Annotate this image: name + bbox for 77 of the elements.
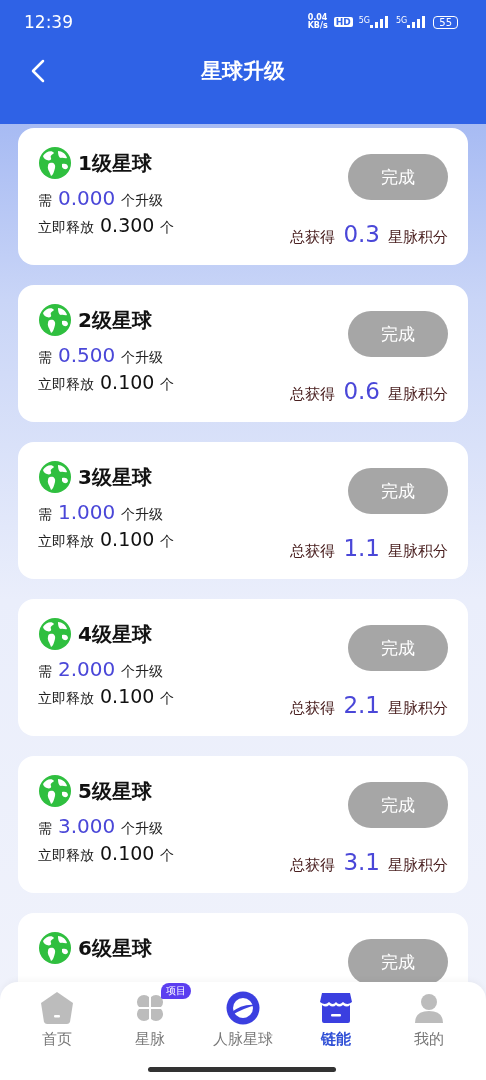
release-label: 立即释放 [38, 219, 94, 237]
level-title: 5级星球 [78, 777, 152, 805]
network-type: 5G [395, 16, 408, 25]
need-amount: 3.000 [58, 814, 116, 838]
release-unit: 个 [160, 847, 175, 865]
release-amount: 0.300 [100, 214, 155, 236]
points-unit: 星脉积分 [388, 699, 448, 718]
need-label: 需 [38, 506, 52, 524]
release-label: 立即释放 [38, 376, 94, 394]
need-unit: 个升级 [121, 349, 164, 367]
points-unit: 星脉积分 [388, 385, 448, 404]
back-icon[interactable] [31, 59, 45, 83]
globe-icon [38, 617, 72, 651]
need-amount: 0.500 [58, 343, 116, 367]
level-title: 4级星球 [78, 620, 152, 648]
home-icon [39, 991, 74, 1025]
battery-level: 55 [433, 15, 458, 29]
tag-badge: 项目 [160, 983, 191, 999]
level-title: 3级星球 [78, 463, 152, 491]
total-label: 总获得 [290, 228, 336, 247]
nav-tab[interactable]: 人脉星球 [197, 982, 288, 1054]
need-unit: 个升级 [121, 506, 164, 524]
release-unit: 个 [160, 376, 175, 394]
globe-icon [38, 460, 72, 494]
release-amount: 0.100 [100, 528, 155, 550]
release-unit: 个 [160, 533, 175, 551]
need-label: 需 [38, 349, 52, 367]
nav-tab[interactable]: 项目 星脉 [104, 982, 195, 1054]
planet-icon [225, 991, 260, 1025]
network-speed: 0.04 [307, 14, 328, 22]
total-label: 总获得 [290, 856, 336, 875]
points-unit: 星脉积分 [388, 856, 448, 875]
release-unit: 个 [160, 690, 175, 708]
total-amount: 3.1 [343, 849, 380, 875]
globe-icon [38, 146, 72, 180]
total-amount: 0.6 [343, 378, 380, 404]
points-unit: 星脉积分 [388, 542, 448, 561]
level-title: 1级星球 [78, 149, 152, 177]
release-label: 立即释放 [38, 533, 94, 551]
need-amount: 2.000 [58, 657, 116, 681]
need-amount: 0.000 [58, 186, 116, 210]
points-unit: 星脉积分 [388, 228, 448, 247]
need-amount: 1.000 [58, 500, 116, 524]
network-type: 5G [358, 16, 370, 25]
release-amount: 0.100 [100, 685, 155, 707]
total-amount: 0.3 [343, 221, 380, 247]
total-label: 总获得 [290, 699, 336, 718]
need-label: 需 [38, 663, 52, 681]
signal-icon [369, 16, 390, 28]
release-label: 立即释放 [38, 690, 94, 708]
total-amount: 1.1 [343, 535, 380, 561]
page-title: 星球升级 [201, 58, 285, 85]
need-unit: 个升级 [121, 663, 164, 681]
total-label: 总获得 [290, 385, 336, 404]
globe-icon [38, 303, 72, 337]
release-unit: 个 [160, 219, 175, 237]
nav-tab[interactable]: 首页 [11, 982, 102, 1054]
globe-icon [38, 931, 72, 965]
level-title: 6级星球 [78, 934, 152, 962]
nav-tab[interactable]: 链能 [291, 982, 382, 1054]
shop-icon [319, 991, 354, 1025]
need-label: 需 [38, 192, 52, 210]
release-label: 立即释放 [38, 847, 94, 865]
nav-tab[interactable]: 我的 [384, 982, 475, 1054]
need-unit: 个升级 [121, 820, 164, 838]
hd-badge: HD [333, 17, 353, 27]
level-title: 2级星球 [78, 306, 152, 334]
total-amount: 2.1 [343, 692, 380, 718]
release-amount: 0.100 [100, 371, 155, 393]
signal-icon [407, 16, 428, 28]
need-label: 需 [38, 820, 52, 838]
clock-time: 12:39 [24, 12, 73, 32]
total-label: 总获得 [290, 542, 336, 561]
release-amount: 0.100 [100, 842, 155, 864]
globe-icon [38, 774, 72, 808]
speed-unit: KB/s [307, 22, 328, 30]
need-unit: 个升级 [121, 192, 164, 210]
